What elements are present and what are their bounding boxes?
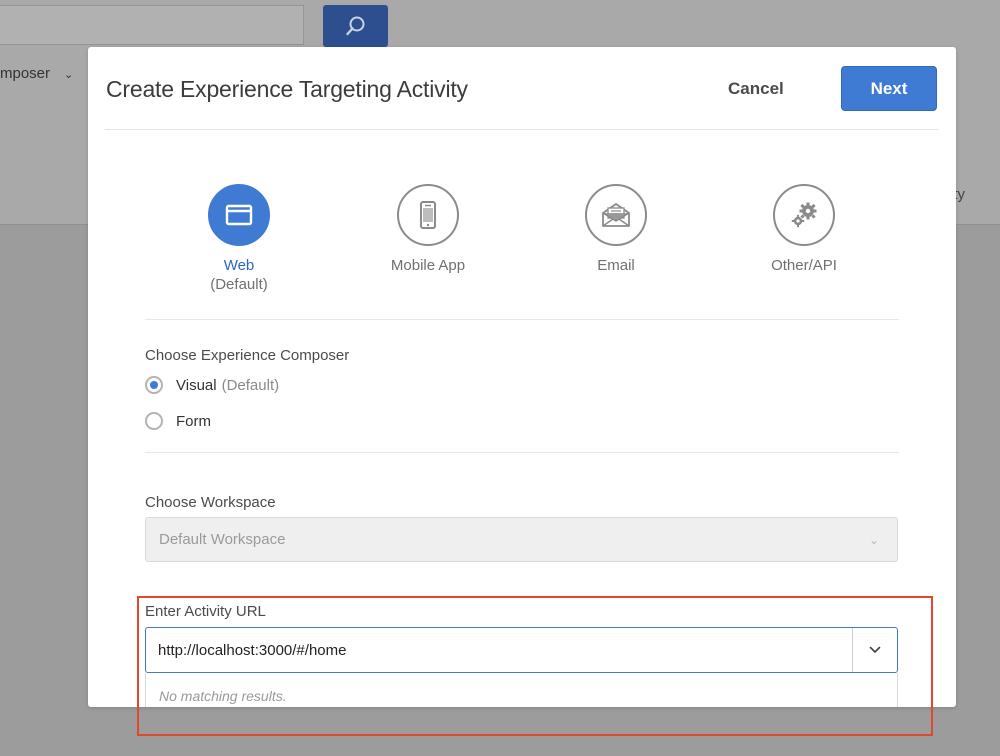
channel-web-sublabel: (Default) — [210, 276, 268, 293]
chevron-down-icon: ⌄ — [64, 69, 74, 81]
activity-url-label: Enter Activity URL — [145, 603, 266, 620]
search-icon — [345, 16, 364, 36]
cancel-button[interactable]: Cancel — [728, 79, 784, 99]
dialog-title: Create Experience Targeting Activity — [106, 76, 468, 102]
composer-divider — [145, 452, 899, 453]
channel-divider — [145, 319, 899, 320]
composer-option-form-label: Form — [176, 412, 211, 430]
background-composer-menu: mposer ⌄ — [0, 65, 73, 82]
workspace-select[interactable]: Default Workspace ⌄ — [145, 517, 898, 562]
next-button[interactable]: Next — [841, 66, 937, 111]
radio-selected-dot — [150, 381, 158, 389]
gears-icon — [791, 202, 817, 228]
activity-url-dropdown-toggle[interactable] — [852, 628, 897, 672]
no-results-message: No matching results. — [159, 688, 287, 704]
channel-mobile-circle — [397, 184, 459, 246]
activity-url-suggestions: No matching results. — [145, 673, 898, 707]
radio-visual[interactable] — [145, 376, 163, 394]
background-search-input — [0, 5, 304, 45]
channel-email-circle — [585, 184, 647, 246]
channel-web[interactable]: Web (Default) — [179, 184, 299, 293]
channel-other-label: Other/API — [771, 257, 837, 274]
activity-url-combobox[interactable] — [145, 627, 898, 673]
channel-mobile-app[interactable]: Mobile App — [368, 184, 488, 274]
channel-web-circle — [208, 184, 270, 246]
composer-option-visual-hint: (Default) — [221, 376, 280, 394]
composer-label: Choose Experience Composer — [145, 347, 350, 364]
composer-option-visual-label: Visual — [176, 376, 217, 394]
composer-option-visual[interactable]: Visual (Default) — [145, 376, 279, 394]
channel-web-label: Web — [223, 257, 255, 274]
mobile-phone-icon — [420, 201, 436, 229]
channel-email-label: Email — [597, 257, 635, 274]
create-activity-dialog: Create Experience Targeting Activity Can… — [88, 47, 956, 707]
composer-option-form[interactable]: Form — [145, 412, 211, 430]
channel-other-api[interactable]: Other/API — [744, 184, 864, 274]
background-search-button — [323, 5, 388, 47]
header-divider — [105, 129, 938, 130]
background-composer-label: mposer — [0, 65, 51, 82]
radio-form[interactable] — [145, 412, 163, 430]
channel-other-circle — [773, 184, 835, 246]
activity-url-input[interactable] — [146, 628, 852, 672]
envelope-icon — [602, 203, 630, 227]
chevron-down-icon — [869, 646, 881, 653]
channel-mobile-label: Mobile App — [390, 257, 466, 274]
workspace-select-value: Default Workspace — [159, 531, 286, 548]
chevron-down-icon: ⌄ — [868, 532, 879, 547]
channel-email[interactable]: Email — [556, 184, 676, 274]
workspace-label: Choose Workspace — [145, 494, 276, 511]
browser-window-icon — [225, 204, 253, 226]
